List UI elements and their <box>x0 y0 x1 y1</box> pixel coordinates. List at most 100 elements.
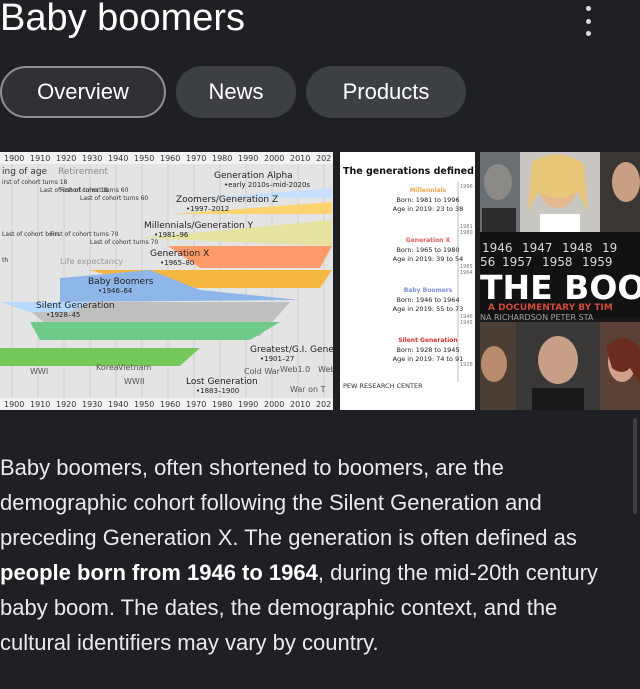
pew-graphic: The generations defined Millennials Born:… <box>340 152 475 410</box>
timeline-event-label: WWII <box>124 377 145 386</box>
chip-overview[interactable]: Overview <box>0 66 166 118</box>
timeline-generation-name: Millennials/Generation Y <box>144 221 254 231</box>
timeline-mid-label-3: First of cohort turns 60 <box>60 187 129 194</box>
timeline-generation-years: •1883–1900 <box>196 387 239 395</box>
timeline-year-top: 1970 <box>186 154 206 163</box>
timeline-year-bottom: 2010 <box>290 400 310 409</box>
description-part-1: Baby boomers, often shortened to boomers… <box>0 455 577 550</box>
timeline-generation-years: •1981–96 <box>154 231 189 239</box>
timeline-year-bottom: 2000 <box>264 400 284 409</box>
timeline-generation-years: •early 2010s–mid-2020s <box>224 181 310 189</box>
timeline-year-top: 2010 <box>290 154 310 163</box>
timeline-year-top: 1920 <box>56 154 76 163</box>
timeline-event-label: War on T <box>290 385 326 394</box>
poster-year: 1948 <box>562 241 593 255</box>
timeline-year-top: 2000 <box>264 154 284 163</box>
timeline-generation-years: •1928–45 <box>46 311 80 319</box>
timeline-side-label-5: th <box>2 257 8 264</box>
image-documentary-poster[interactable]: 1946 1947 1948 19 56 1957 1958 1959 THE BOO A … <box>480 152 640 410</box>
description-text: Baby boomers, often shortened to boomers… <box>0 450 625 660</box>
pew-generation-name: Millennials <box>410 187 447 194</box>
timeline-year-top: 1960 <box>160 154 180 163</box>
timeline-generation-name: Silent Generation <box>36 301 115 311</box>
image-generations-timeline[interactable]: 1900 1910 1920 1930 1940 1950 1960 1970 1980 1990… <box>0 152 333 410</box>
poster-year: 1957 <box>502 255 533 269</box>
timeline-year-bottom: 1920 <box>56 400 76 409</box>
poster-year: 1946 <box>482 241 513 255</box>
chip-news[interactable]: News <box>176 66 296 118</box>
timeline-year-bottom: 1980 <box>212 400 232 409</box>
timeline-year-bottom: 1990 <box>238 400 258 409</box>
timeline-year-top: 1900 <box>4 154 24 163</box>
pew-generation-age: Age in 2019: 55 to 73 <box>393 305 464 313</box>
timeline-year-bottom: 1910 <box>30 400 50 409</box>
pew-axis-year: 1964 <box>460 270 473 276</box>
pew-generation-born: Born: 1928 to 1945 <box>396 346 459 354</box>
poster-year: 1959 <box>582 255 613 269</box>
timeline-event-label: Web1.0 <box>280 365 310 374</box>
timeline-event-label: Cold War <box>244 367 281 376</box>
timeline-year-top: 1940 <box>108 154 128 163</box>
scrollbar[interactable] <box>633 418 637 514</box>
timeline-year-bottom: 1970 <box>186 400 206 409</box>
timeline-mid-label-1: irst of cohort turns 18 <box>2 179 68 186</box>
timeline-year-top: 202 <box>316 154 331 163</box>
pew-generation-name: Silent Generation <box>398 337 457 344</box>
pew-generation-name: Generation X <box>406 237 451 244</box>
poster-year: 1958 <box>542 255 573 269</box>
timeline-year-top: 1950 <box>134 154 154 163</box>
page-title: Baby boomers <box>0 0 246 39</box>
pew-axis-year: 1928 <box>460 362 473 368</box>
timeline-year-top: 1980 <box>212 154 232 163</box>
pew-title: The generations defined <box>343 166 474 177</box>
timeline-year-bottom: 202 <box>316 400 331 409</box>
pew-source: PEW RESEARCH CENTER <box>343 382 423 390</box>
timeline-event-label: Korea <box>96 363 119 372</box>
pew-axis-year: 1945 <box>460 320 473 326</box>
timeline-generation-name: Baby Boomers <box>88 277 154 287</box>
timeline-mid-label-4: Last of cohort turns 60 <box>80 195 148 202</box>
timeline-label-retirement: Retirement <box>58 167 108 177</box>
poster-year: 1947 <box>522 241 553 255</box>
timeline-year-bottom: 1930 <box>82 400 102 409</box>
chip-products[interactable]: Products <box>306 66 466 118</box>
timeline-side-label-3: Last of cohort turns 70 <box>90 239 158 246</box>
timeline-side-label-2: First of cohort turns 70 <box>50 231 119 238</box>
timeline-event-label: Web2 <box>318 365 333 374</box>
timeline-event-label: WWI <box>30 367 48 376</box>
timeline-generation-name: Lost Generation <box>186 377 258 387</box>
timeline-year-bottom: 1900 <box>4 400 24 409</box>
timeline-generation-years: •1997–2012 <box>186 205 229 213</box>
poster-year: 56 <box>480 255 495 269</box>
timeline-generation-name: Greatest/G.I. Gene <box>250 345 333 355</box>
poster-headline: THE BOO <box>480 268 640 307</box>
timeline-year-bottom: 1960 <box>160 400 180 409</box>
timeline-generation-years: •1901–27 <box>260 355 294 363</box>
timeline-generation-name: Zoomers/Generation Z <box>176 195 278 205</box>
more-options-icon[interactable] <box>578 4 598 38</box>
pew-generation-born: Born: 1946 to 1964 <box>396 296 459 304</box>
timeline-year-bottom: 1950 <box>134 400 154 409</box>
pew-generation-name: Baby Boomers <box>404 287 453 294</box>
timeline-event-label: Vietnam <box>118 363 152 372</box>
timeline-year-bottom: 1940 <box>108 400 128 409</box>
pew-axis-year: 1980 <box>460 230 473 236</box>
pew-generation-age: Age in 2019: 23 to 38 <box>393 205 464 213</box>
timeline-year-top: 1910 <box>30 154 50 163</box>
timeline-year-top: 1990 <box>238 154 258 163</box>
timeline-graphic: 1900 1910 1920 1930 1940 1950 1960 1970 1980 1990… <box>0 152 333 410</box>
image-gallery: 1900 1910 1920 1930 1940 1950 1960 1970 1980 1990… <box>0 152 640 410</box>
image-pew-generations[interactable]: The generations defined Millennials Born:… <box>340 152 475 410</box>
pew-generation-born: Born: 1965 to 1980 <box>396 246 459 254</box>
timeline-label-coming-of-age: ing of age <box>2 167 48 177</box>
poster-subtitle: A DOCUMENTARY BY TIM <box>488 303 613 313</box>
pew-generation-age: Age in 2019: 74 to 91 <box>393 355 464 363</box>
timeline-generation-name: Generation Alpha <box>214 171 293 181</box>
timeline-generation-years: •1946–64 <box>98 287 133 295</box>
pew-generation-age: Age in 2019: 39 to 54 <box>393 255 464 263</box>
timeline-generation-years: •1965–80 <box>160 259 194 267</box>
pew-axis-year: 1996 <box>460 184 473 190</box>
poster-graphic: 1946 1947 1948 19 56 1957 1958 1959 THE BOO A … <box>480 152 640 410</box>
timeline-side-label-4: Life expectancy <box>60 257 123 266</box>
poster-credit: NA RICHARDSON PETER STA <box>480 313 594 322</box>
